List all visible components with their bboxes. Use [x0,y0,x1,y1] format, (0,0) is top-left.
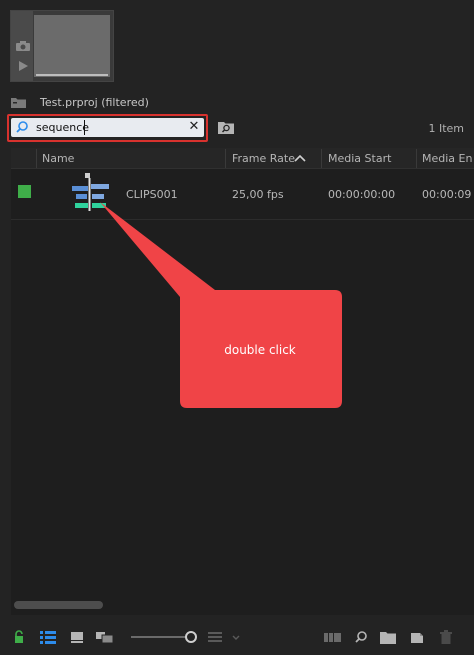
camera-icon[interactable] [15,40,31,52]
clip-media-end: 00:00:09 [422,188,472,201]
play-icon[interactable] [17,60,29,72]
search-icon[interactable] [15,120,29,134]
thumbnail-scrubber[interactable] [36,74,108,76]
column-header-media-start[interactable]: Media Start [328,152,391,165]
sort-ascending-icon[interactable] [294,153,306,163]
clip-media-start: 00:00:00:00 [328,188,396,201]
clip-frame-rate: 25,00 fps [232,188,284,201]
column-separator [321,149,322,168]
label-color-swatch[interactable] [18,185,31,198]
automate-icon[interactable] [324,630,342,644]
horizontal-scrollbar[interactable] [14,601,103,609]
new-item-icon[interactable] [410,630,424,644]
column-header-frame-rate[interactable]: Frame Rate [232,152,295,165]
trash-icon[interactable] [440,630,452,644]
text-caret [84,120,85,135]
search-input[interactable] [36,118,186,137]
find-icon[interactable] [354,630,368,644]
sort-icon[interactable] [208,630,222,644]
clear-icon[interactable]: ✕ [187,120,201,134]
item-count: 1 Item [428,122,464,135]
sequence-icon[interactable] [70,172,112,212]
icon-view-icon[interactable] [70,630,84,644]
zoom-slider-thumb[interactable] [185,631,197,643]
column-separator [36,149,37,168]
chevron-down-icon[interactable] [232,630,240,644]
column-separator [225,149,226,168]
column-separator [416,149,417,168]
zoom-slider-track[interactable] [131,636,187,638]
callout-text: double click [224,343,296,357]
thumbnail-preview [34,15,110,77]
lock-icon[interactable] [13,630,25,644]
freeform-view-icon[interactable] [96,630,114,644]
column-header-name[interactable]: Name [42,152,74,165]
new-bin-icon[interactable] [380,630,396,644]
find-bin-icon[interactable] [218,120,234,134]
list-view-icon[interactable] [40,630,56,644]
bin-icon [11,98,26,108]
project-name: Test.prproj (filtered) [40,96,149,109]
clip-name[interactable]: CLIPS001 [126,188,178,201]
column-header-media-end[interactable]: Media En [422,152,472,165]
